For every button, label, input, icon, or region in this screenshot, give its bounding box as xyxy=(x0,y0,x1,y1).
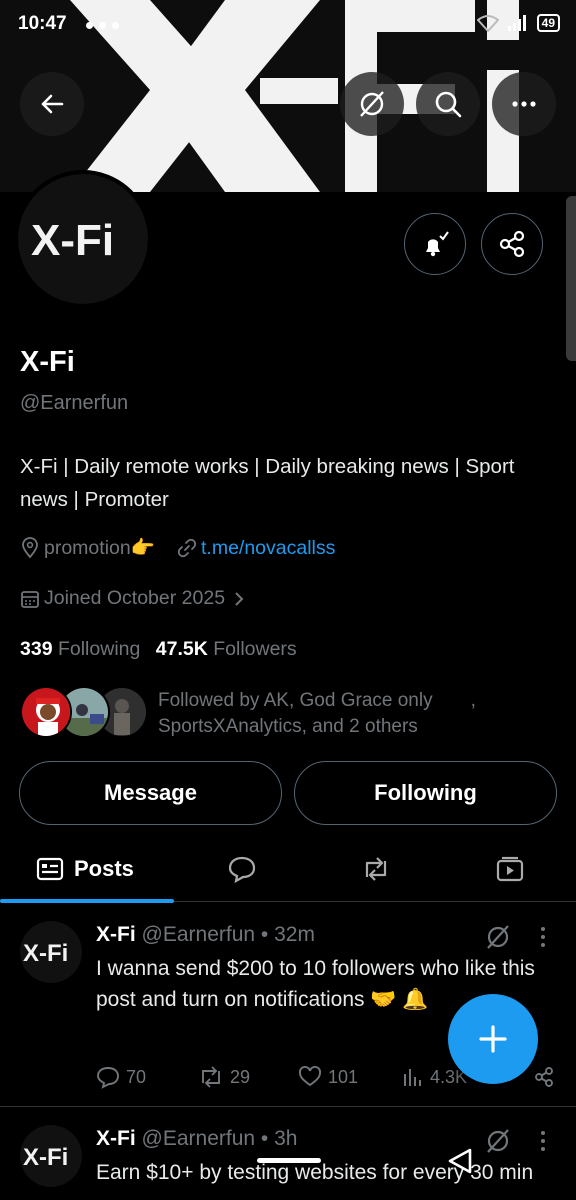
following-count-link[interactable]: 339 Following xyxy=(20,638,140,660)
grok-icon[interactable] xyxy=(484,923,512,951)
posts-icon xyxy=(36,857,64,881)
avatar-logo: X-Fi xyxy=(31,216,114,263)
tab-media[interactable] xyxy=(490,836,530,902)
tab-reposts[interactable] xyxy=(356,836,396,902)
profile-display-name: X-Fi xyxy=(20,346,75,378)
status-icons: 49 xyxy=(476,14,560,32)
tab-replies[interactable] xyxy=(222,836,262,902)
reply-icon xyxy=(97,1067,119,1089)
repost-icon xyxy=(365,857,387,881)
post-header: X-Fi @Earnerfun • 32m xyxy=(96,923,315,947)
post-author-handle: @Earnerfun xyxy=(141,923,256,946)
link-icon xyxy=(177,538,197,558)
search-button[interactable] xyxy=(416,72,480,136)
share-icon xyxy=(499,230,525,258)
battery-indicator: 49 xyxy=(536,14,560,32)
post-author-name[interactable]: X-Fi xyxy=(96,923,136,946)
svg-text:X-Fi: X-Fi xyxy=(23,940,68,966)
home-gesture-bar[interactable] xyxy=(257,1158,321,1163)
website-link[interactable]: t.me/novacallss xyxy=(201,537,335,560)
post-time: • 32m xyxy=(260,923,315,946)
heart-icon xyxy=(299,1065,321,1087)
more-options-button[interactable] xyxy=(492,72,556,136)
repost-icon xyxy=(202,1066,220,1088)
following-button[interactable]: Following xyxy=(294,761,557,825)
notifications-button[interactable] xyxy=(404,213,466,275)
post-avatar[interactable]: X-Fi xyxy=(20,1125,82,1187)
repost-count: 29 xyxy=(230,1066,251,1087)
active-tab-indicator xyxy=(0,899,174,903)
reply-action[interactable]: 70 xyxy=(96,1065,146,1089)
profile-tabs: Posts xyxy=(0,836,576,903)
profile-handle: @Earnerfun xyxy=(20,392,129,414)
chevron-right-icon xyxy=(235,591,244,606)
profile-joined-row[interactable]: Joined October 2025 xyxy=(20,587,245,610)
follow-counts: 339 Following 47.5K Followers xyxy=(20,638,297,661)
location-pin-icon xyxy=(22,537,38,559)
svg-text:X-Fi: X-Fi xyxy=(23,1144,68,1170)
post-more-icon[interactable] xyxy=(538,1129,548,1153)
back-button[interactable] xyxy=(20,72,84,136)
back-arrow-icon xyxy=(41,94,64,114)
share-button[interactable] xyxy=(481,213,543,275)
profile-meta-location: promotion👉 t.me/novacallss xyxy=(20,536,335,560)
post-header: X-Fi @Earnerfun • 3h xyxy=(96,1127,297,1151)
video-icon xyxy=(496,856,524,882)
scrollbar[interactable] xyxy=(566,196,576,361)
tab-posts-label: Posts xyxy=(74,856,134,881)
search-icon xyxy=(435,91,462,118)
post-avatar[interactable]: X-Fi xyxy=(20,921,82,983)
followers-count-link[interactable]: 47.5K Followers xyxy=(156,638,297,660)
calendar-icon xyxy=(21,590,39,608)
joined-text: Joined October 2025 xyxy=(44,587,226,609)
signal-icon xyxy=(507,15,526,31)
views-icon xyxy=(404,1069,421,1086)
svg-text:X-Fi: X-Fi xyxy=(31,216,114,263)
share-icon[interactable] xyxy=(532,1065,556,1089)
post-author-handle: @Earnerfun xyxy=(141,1127,256,1150)
post-more-icon[interactable] xyxy=(538,925,548,949)
status-bar: 10:47 49 xyxy=(0,0,576,50)
system-back-icon[interactable] xyxy=(446,1146,476,1176)
wifi-icon xyxy=(476,15,499,32)
reply-count: 70 xyxy=(126,1066,147,1087)
reply-bubble-icon xyxy=(228,856,256,884)
tab-posts[interactable]: Posts xyxy=(36,836,134,902)
follower-avatar-1 xyxy=(20,686,72,738)
status-time: 10:47 xyxy=(18,13,67,34)
plus-icon xyxy=(479,1025,507,1053)
profile-bio: X-Fi | Daily remote works | Daily breaki… xyxy=(20,455,515,511)
post-author-name[interactable]: X-Fi xyxy=(96,1127,136,1150)
grok-icon[interactable] xyxy=(484,1127,512,1155)
more-dots-icon xyxy=(512,101,536,107)
location-text: promotion👉 xyxy=(44,537,155,559)
grok-button[interactable] xyxy=(340,72,404,136)
post-divider xyxy=(0,1106,576,1107)
followed-by-text[interactable]: Followed by AK, God Grace only, SportsXA… xyxy=(158,688,518,740)
compose-post-button[interactable] xyxy=(448,994,538,1084)
grok-icon xyxy=(360,91,384,117)
views-action[interactable]: 4.3K xyxy=(402,1066,467,1088)
notification-dots xyxy=(86,22,119,29)
bell-check-icon xyxy=(426,231,449,257)
like-action[interactable]: 101 xyxy=(298,1065,358,1089)
message-button[interactable]: Message xyxy=(19,761,282,825)
repost-action[interactable]: 29 xyxy=(198,1065,250,1089)
profile-avatar[interactable]: X-Fi xyxy=(14,170,152,308)
like-count: 101 xyxy=(328,1066,359,1087)
post-time: • 3h xyxy=(260,1127,298,1150)
post-text: Earn $10+ by testing websites for every … xyxy=(96,1161,534,1184)
followed-by-avatars[interactable] xyxy=(20,686,148,740)
